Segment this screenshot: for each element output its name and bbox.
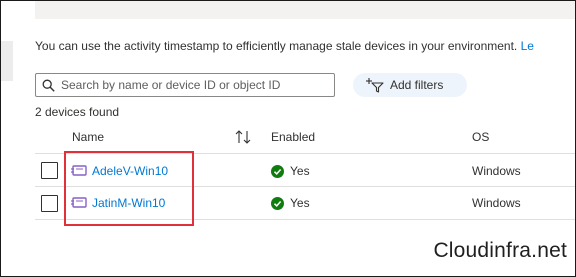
check-circle-icon: [271, 165, 284, 178]
os-value: Windows: [472, 196, 521, 210]
check-circle-icon: [271, 197, 284, 210]
add-filters-label: Add filters: [390, 78, 444, 92]
column-header-enabled[interactable]: Enabled: [271, 130, 315, 144]
search-icon: [42, 79, 55, 92]
enabled-value: Yes: [290, 196, 310, 210]
top-panel-band: [35, 1, 575, 19]
info-message: You can use the activity timestamp to ef…: [35, 39, 534, 53]
result-count: 2 devices found: [35, 105, 120, 119]
column-header-os[interactable]: OS: [472, 130, 489, 144]
watermark: Cloudinfra.net: [433, 239, 567, 262]
enabled-value: Yes: [290, 164, 310, 178]
row-checkbox[interactable]: [41, 195, 58, 212]
sort-icon[interactable]: [234, 129, 252, 145]
os-value: Windows: [472, 164, 521, 178]
info-message-text: You can use the activity timestamp to ef…: [35, 39, 518, 53]
highlight-annotation-box: [64, 151, 194, 226]
row-checkbox[interactable]: [41, 162, 58, 179]
left-nav-edge: [1, 41, 13, 81]
column-header-name[interactable]: Name: [72, 130, 104, 144]
add-filter-icon: [366, 78, 384, 93]
search-box[interactable]: [35, 73, 335, 97]
search-input[interactable]: [61, 78, 321, 92]
add-filters-button[interactable]: Add filters: [353, 73, 467, 97]
screenshot-frame: You can use the activity timestamp to ef…: [0, 0, 576, 277]
learn-more-link[interactable]: Le: [521, 39, 534, 53]
